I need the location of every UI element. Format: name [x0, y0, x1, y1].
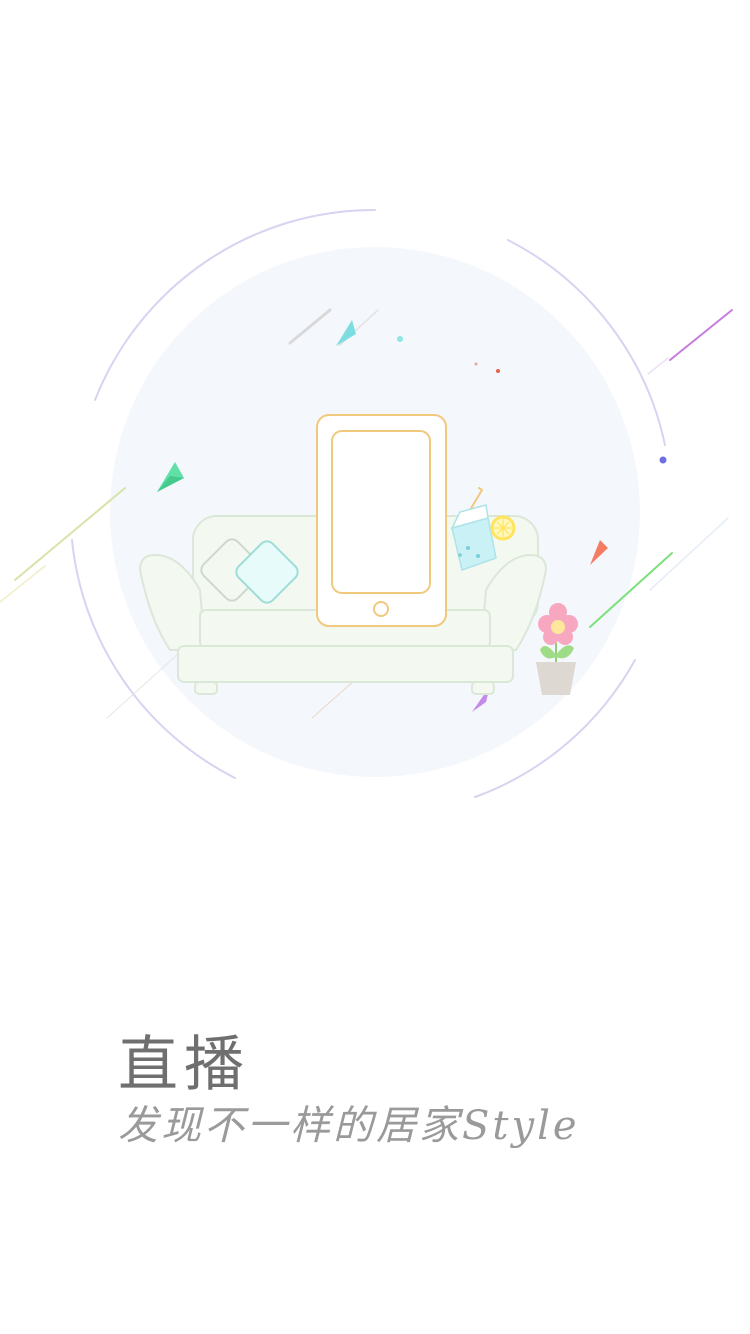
phone-home-button: [373, 601, 389, 617]
sofa-base: [177, 645, 514, 683]
page-title: 直播: [118, 1030, 250, 1101]
page-subtitle: 发现不一样的居家Style: [118, 1103, 580, 1149]
ring-dot: [659, 456, 667, 464]
dot-cyan: [397, 336, 403, 342]
streak-purple: [669, 309, 733, 361]
streak-yellow: [14, 487, 126, 581]
pot: [536, 662, 576, 695]
onboarding-screen: { "screen": { "title": "直播", "subtitle":…: [0, 0, 750, 1334]
streak-pale-blue: [649, 517, 729, 591]
dot-pink: [474, 362, 478, 366]
sofa-phone-illustration: [0, 208, 733, 798]
sofa-leg-right: [471, 681, 495, 695]
streak-pale: [0, 565, 46, 603]
streak-purple-tail: [647, 357, 669, 375]
phone-screen: [331, 430, 431, 594]
dot-red: [496, 369, 500, 373]
sofa-leg-left: [194, 681, 218, 695]
flower-center: [551, 620, 565, 634]
phone-icon: [316, 414, 447, 627]
flower-pot-icon: [536, 603, 578, 695]
